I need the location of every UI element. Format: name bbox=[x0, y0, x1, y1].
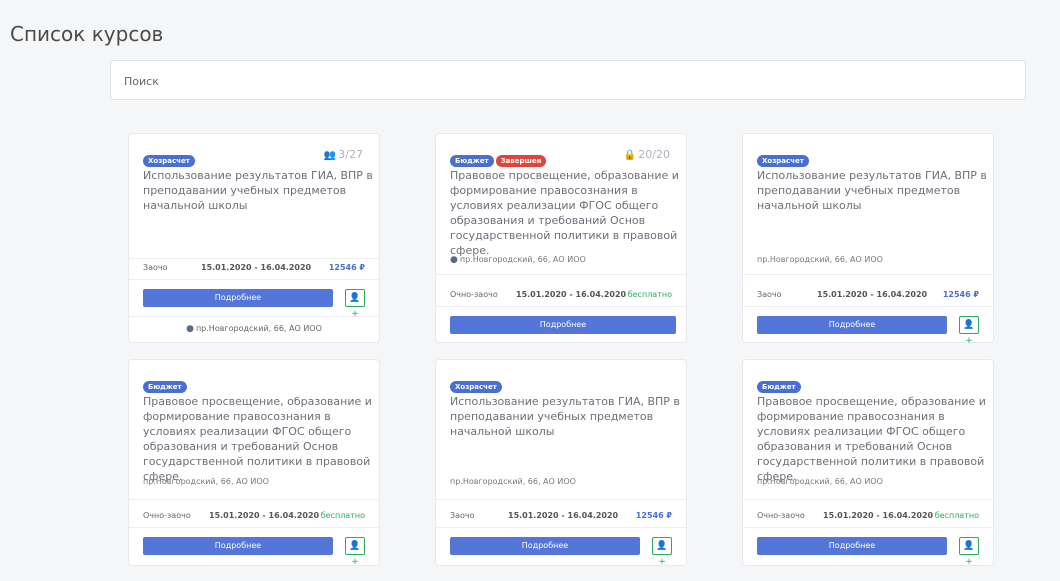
study-form: Заочо bbox=[450, 511, 475, 520]
enroll-button[interactable]: 👤+ bbox=[652, 537, 672, 567]
divider bbox=[743, 499, 993, 500]
course-dates: 15.01.2020 - 16.04.2020 bbox=[516, 290, 627, 299]
divider bbox=[436, 274, 686, 275]
badge-group: Хозрасчет bbox=[143, 150, 197, 168]
map-pin-icon: ● bbox=[186, 324, 194, 334]
status-badge: Бюджет bbox=[143, 381, 187, 393]
users-icon: 👥 bbox=[323, 150, 337, 161]
enroll-button[interactable]: 👤+ bbox=[345, 537, 365, 567]
course-title[interactable]: Использование результатов ГИА, ВПР в пре… bbox=[450, 394, 685, 439]
app-frame: Список курсов Поиск Хозрасчет 👥 3/27 Испо… bbox=[0, 0, 1060, 581]
status-badge: Бюджет bbox=[450, 155, 494, 167]
course-title[interactable]: Использование результатов ГИА, ВПР в пре… bbox=[143, 168, 378, 213]
course-card: Бюджет Правовое просвещение, образование… bbox=[742, 359, 994, 567]
user-plus-icon: 👤+ bbox=[963, 541, 975, 567]
study-form: Очно-заочо bbox=[450, 290, 498, 299]
status-badge: Бюджет bbox=[757, 381, 801, 393]
study-form: Очно-заочо bbox=[143, 511, 191, 520]
course-address: пр.Новгородский, 66, АО ИОО bbox=[757, 255, 883, 264]
search-input[interactable]: Поиск bbox=[110, 60, 1026, 100]
study-form: Заочо bbox=[143, 263, 168, 272]
divider bbox=[436, 527, 686, 528]
divider bbox=[129, 258, 379, 259]
more-button[interactable]: Подробнее bbox=[143, 537, 333, 555]
divider bbox=[129, 499, 379, 500]
enroll-button[interactable]: 👤+ bbox=[959, 537, 979, 567]
course-dates: 15.01.2020 - 16.04.2020 bbox=[823, 511, 934, 520]
more-button[interactable]: Подробнее bbox=[757, 537, 947, 555]
status-badge: Хозрасчет bbox=[450, 381, 502, 393]
course-address: пр.Новгородский, 66, АО ИОО bbox=[450, 477, 576, 486]
badge-group: Хозрасчет bbox=[757, 150, 811, 168]
course-address: пр.Новгородский, 66, АО ИОО bbox=[143, 477, 269, 486]
course-title[interactable]: Правовое просвещение, образование и форм… bbox=[450, 168, 685, 258]
more-button[interactable]: Подробнее bbox=[450, 316, 676, 334]
course-dates: 15.01.2020 - 16.04.2020 bbox=[508, 511, 619, 520]
course-card: Хозрасчет Использование результатов ГИА,… bbox=[435, 359, 687, 567]
course-dates: 15.01.2020 - 16.04.2020 bbox=[817, 290, 928, 299]
divider bbox=[436, 306, 686, 307]
course-price: бесплатно bbox=[627, 290, 672, 299]
divider bbox=[129, 527, 379, 528]
course-address: пр.Новгородский, 66, АО ИОО bbox=[757, 477, 883, 486]
badge-group: Хозрасчет bbox=[450, 376, 504, 394]
badge-group: Бюджет Завершен bbox=[450, 150, 548, 168]
course-price: бесплатно bbox=[320, 511, 365, 520]
course-meta-row: Заочо 15.01.2020 - 16.04.2020 12546 ₽ bbox=[450, 511, 672, 525]
study-form: Заочо bbox=[757, 290, 782, 299]
user-plus-icon: 👤+ bbox=[349, 541, 361, 567]
more-button[interactable]: Подробнее bbox=[143, 289, 333, 307]
course-title[interactable]: Использование результатов ГИА, ВПР в пре… bbox=[757, 168, 992, 213]
course-card: Хозрасчет Использование результатов ГИА,… bbox=[742, 133, 994, 346]
course-meta-row: Очно-заочо 15.01.2020 - 16.04.2020 беспл… bbox=[143, 511, 365, 525]
lock-icon: 🔒 bbox=[623, 150, 637, 161]
course-price: 12546 ₽ bbox=[942, 290, 979, 299]
divider bbox=[129, 316, 379, 317]
course-title[interactable]: Правовое просвещение, образование и форм… bbox=[143, 394, 378, 484]
badge-group: Бюджет bbox=[757, 376, 803, 394]
course-dates: 15.01.2020 - 16.04.2020 bbox=[209, 511, 320, 520]
divider bbox=[743, 306, 993, 307]
divider bbox=[743, 274, 993, 275]
map-pin-icon: ● bbox=[450, 255, 458, 265]
course-meta-row: Очно-заочо 15.01.2020 - 16.04.2020 беспл… bbox=[450, 290, 672, 304]
seats-counter: 🔒 20/20 bbox=[623, 148, 670, 161]
course-price: бесплатно bbox=[934, 511, 979, 520]
enroll-button[interactable]: 👤+ bbox=[959, 316, 979, 346]
study-form: Очно-заочо bbox=[757, 511, 805, 520]
course-price: 12546 ₽ bbox=[328, 263, 365, 272]
course-meta-row: Заочо 15.01.2020 - 16.04.2020 12546 ₽ bbox=[757, 290, 979, 304]
course-price: 12546 ₽ bbox=[635, 511, 672, 520]
course-title[interactable]: Правовое просвещение, образование и форм… bbox=[757, 394, 992, 484]
status-badge: Завершен bbox=[495, 155, 547, 167]
course-dates: 15.01.2020 - 16.04.2020 bbox=[201, 263, 312, 272]
course-card: Бюджет Завершен 🔒 20/20 Правовое просвещен… bbox=[435, 133, 687, 343]
user-plus-icon: 👤+ bbox=[656, 541, 668, 567]
status-badge: Хозрасчет bbox=[757, 155, 809, 167]
course-card: Бюджет Правовое просвещение, образование… bbox=[128, 359, 380, 567]
page-title: Список курсов bbox=[10, 22, 164, 46]
course-address: ● пр.Новгородский, 66, АО ИОО bbox=[186, 324, 322, 334]
course-address: ● пр.Новгородский, 66, АО ИОО bbox=[450, 255, 586, 265]
course-meta-row: Очно-заочо 15.01.2020 - 16.04.2020 беспл… bbox=[757, 511, 979, 525]
status-badge: Хозрасчет bbox=[143, 155, 195, 167]
course-meta-row: Заочо 15.01.2020 - 16.04.2020 12546 ₽ bbox=[143, 263, 365, 277]
divider bbox=[743, 527, 993, 528]
divider bbox=[436, 499, 686, 500]
divider bbox=[129, 279, 379, 280]
user-plus-icon: 👤+ bbox=[963, 320, 975, 346]
enroll-button[interactable]: 👤+ bbox=[345, 289, 365, 319]
seats-counter: 👥 3/27 bbox=[323, 148, 363, 161]
more-button[interactable]: Подробнее bbox=[757, 316, 947, 334]
course-card: Хозрасчет 👥 3/27 Использование результато… bbox=[128, 133, 380, 343]
more-button[interactable]: Подробнее bbox=[450, 537, 640, 555]
badge-group: Бюджет bbox=[143, 376, 189, 394]
